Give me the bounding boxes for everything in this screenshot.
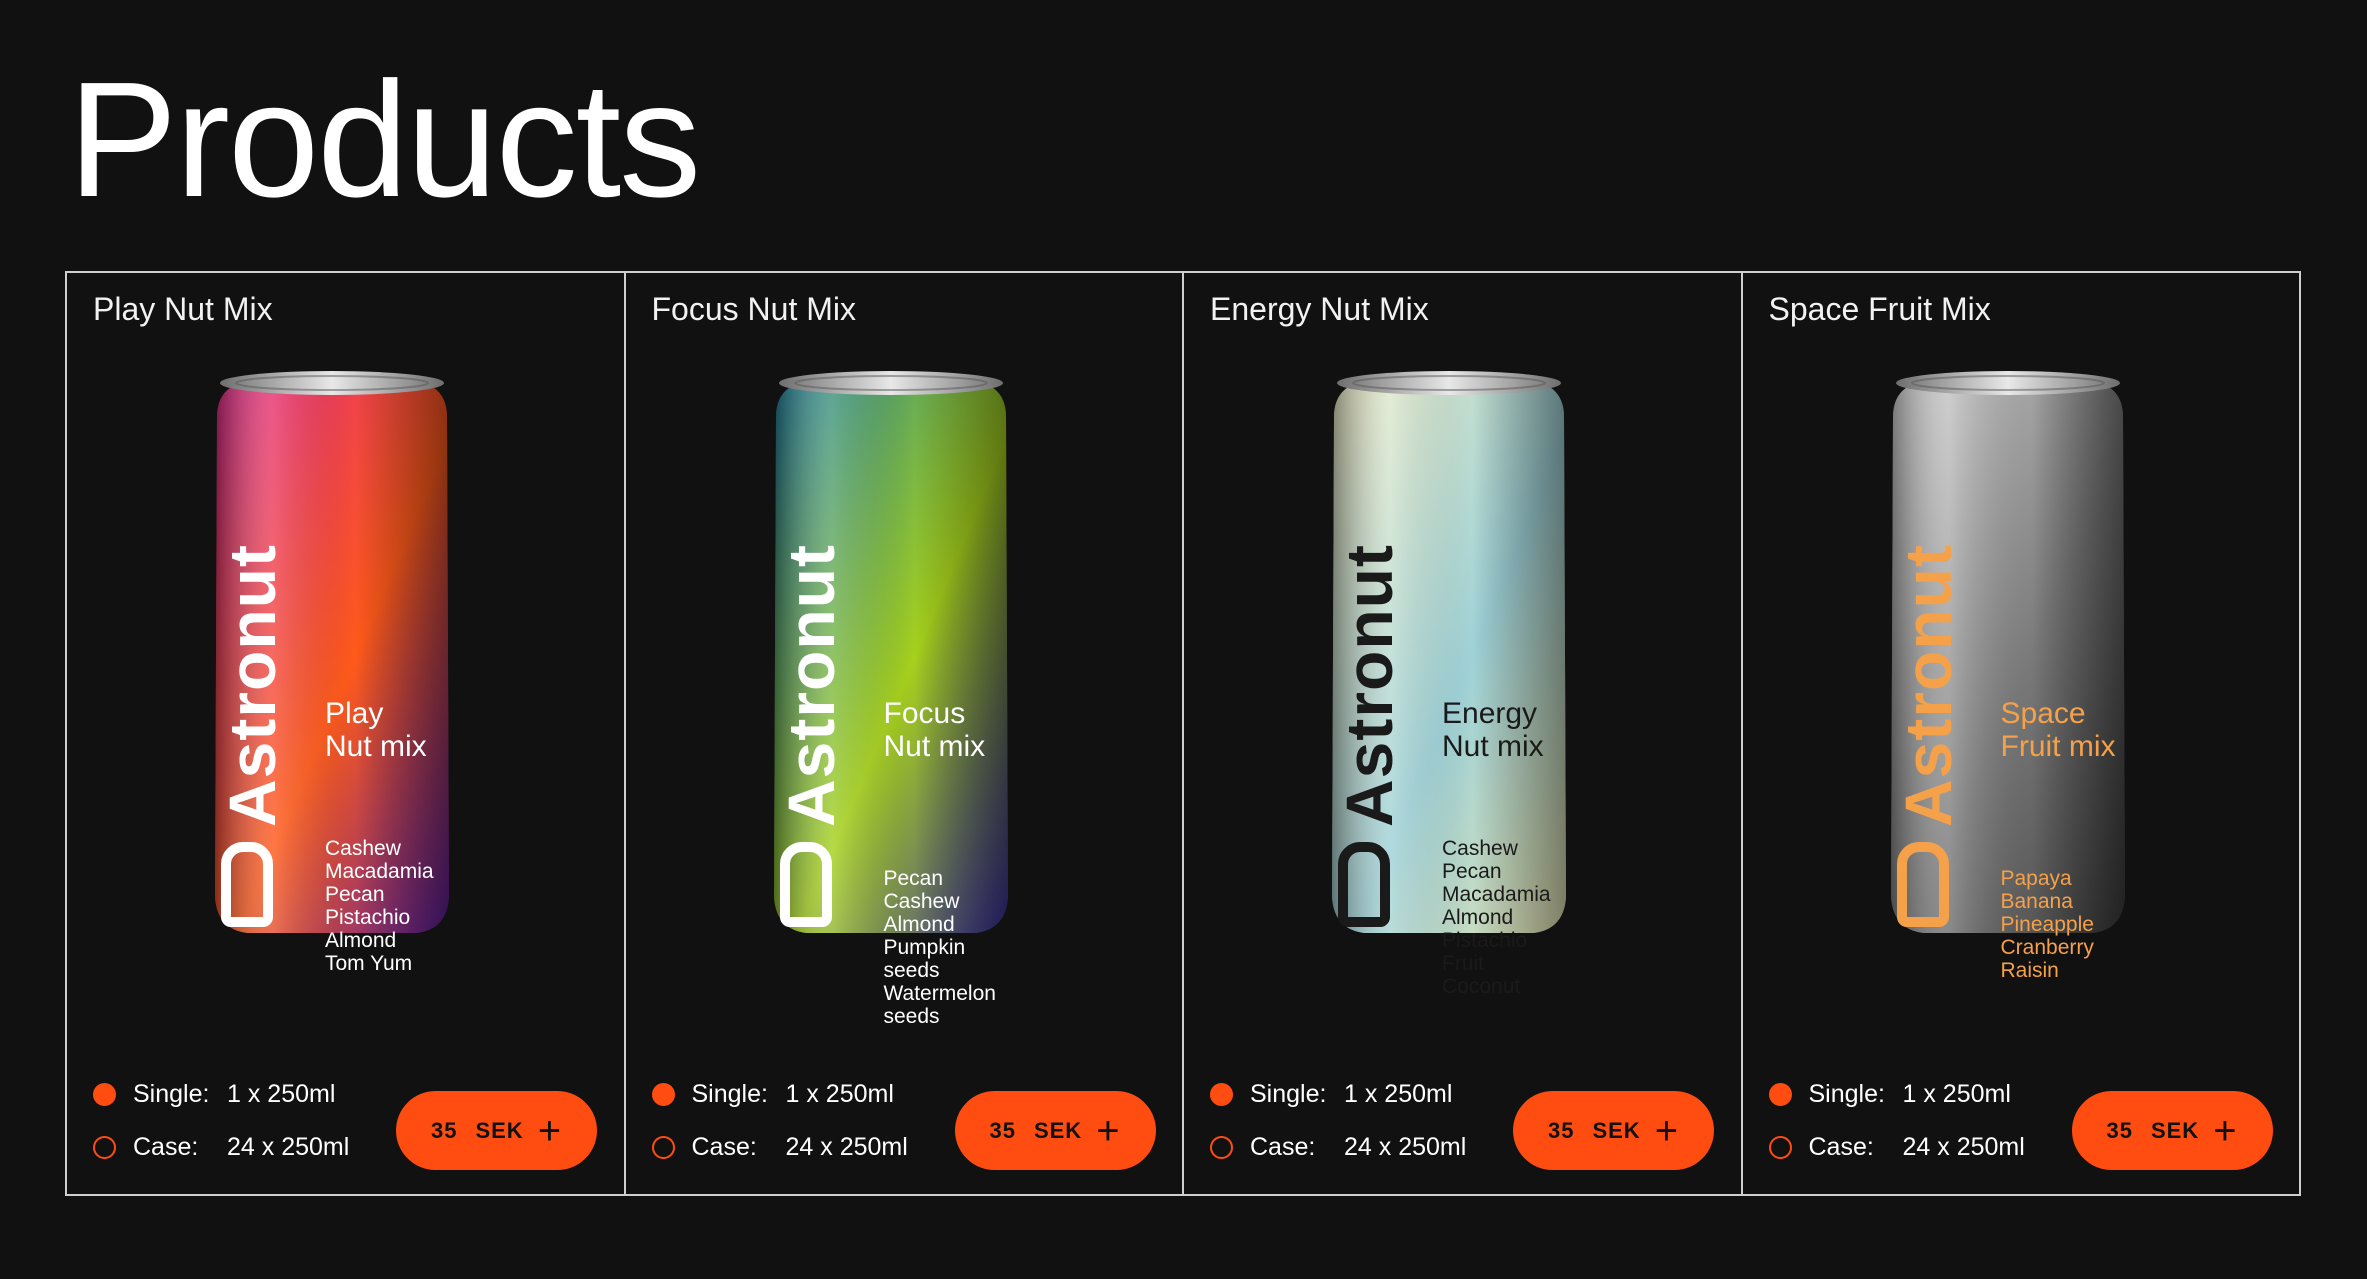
add-to-cart-button[interactable]: 35 SEK + [2071, 1091, 2273, 1170]
option-case[interactable]: Case: 24 x 250ml [651, 1132, 908, 1161]
product-name[interactable]: Energy Nut Mix [1210, 291, 1429, 328]
option-single-label: Single: [1808, 1079, 1885, 1108]
option-single[interactable]: Single: 1 x 250ml [1768, 1079, 2025, 1108]
radio-single[interactable] [651, 1082, 675, 1106]
pack-size-options: Single: 1 x 250ml Case: 24 x 250ml [1768, 1079, 2025, 1187]
product-name[interactable]: Play Nut Mix [93, 291, 273, 328]
option-single[interactable]: Single: 1 x 250ml [1210, 1079, 1466, 1108]
product-card[interactable]: Focus Nut Mix Astronut Focus Nut mix Pec… [626, 273, 1184, 1194]
product-card[interactable]: Play Nut Mix Astronut Play Nut mix Cashe… [67, 273, 626, 1194]
option-single-label: Single: [133, 1079, 210, 1108]
page-title: Products [68, 48, 701, 231]
price-currency: SEK [1592, 1117, 1641, 1143]
product-can-image[interactable]: Astronut Play Nut mix Cashew Macadamia P… [197, 367, 467, 975]
price-amount: 35 [989, 1117, 1016, 1143]
can-illustration [773, 371, 1008, 933]
add-to-cart-button[interactable]: 35 SEK + [954, 1091, 1156, 1170]
product-grid: Play Nut Mix Astronut Play Nut mix Cashe… [65, 271, 2301, 1196]
radio-single[interactable] [93, 1082, 116, 1106]
product-card[interactable]: Energy Nut Mix Astronut Energy Nut mix C… [1184, 273, 1743, 1194]
price-currency: SEK [2150, 1117, 2200, 1143]
option-single-label: Single: [1250, 1079, 1327, 1108]
price-amount: 35 [1547, 1117, 1575, 1143]
option-case-value: 24 x 250ml [227, 1132, 350, 1161]
can-illustration [1332, 371, 1566, 933]
radio-case[interactable] [1768, 1135, 1792, 1159]
option-case[interactable]: Case: 24 x 250ml [1210, 1132, 1467, 1161]
option-case-value: 24 x 250ml [785, 1132, 908, 1161]
add-to-cart-button[interactable]: 35 SEK + [396, 1091, 597, 1170]
option-case[interactable]: Case: 24 x 250ml [1768, 1132, 2025, 1161]
option-single-label: Single: [691, 1079, 768, 1108]
option-case-value: 24 x 250ml [1344, 1132, 1467, 1161]
radio-single[interactable] [1210, 1082, 1233, 1106]
plus-icon: + [1654, 1108, 1680, 1153]
plus-icon: + [1096, 1108, 1121, 1153]
pack-size-options: Single: 1 x 250ml Case: 24 x 250ml [651, 1079, 908, 1187]
price-currency: SEK [475, 1117, 524, 1143]
radio-case[interactable] [93, 1135, 116, 1159]
option-case-label: Case: [691, 1132, 757, 1161]
option-single-value: 1 x 250ml [1344, 1079, 1453, 1108]
plus-icon: + [2213, 1108, 2238, 1153]
option-case-label: Case: [1808, 1132, 1874, 1161]
option-single[interactable]: Single: 1 x 250ml [651, 1079, 908, 1108]
option-single[interactable]: Single: 1 x 250ml [93, 1079, 349, 1108]
option-case-value: 24 x 250ml [1902, 1132, 2025, 1161]
option-case-label: Case: [1250, 1132, 1316, 1161]
option-case[interactable]: Case: 24 x 250ml [93, 1132, 350, 1161]
product-name[interactable]: Focus Nut Mix [652, 291, 856, 328]
plus-icon: + [537, 1108, 563, 1153]
pack-size-options: Single: 1 x 250ml Case: 24 x 250ml [1210, 1079, 1467, 1187]
add-to-cart-button[interactable]: 35 SEK + [1513, 1091, 1714, 1170]
product-can-image[interactable]: Astronut Space Fruit mix Papaya Banana P… [1873, 367, 2143, 982]
can-illustration [215, 371, 449, 933]
radio-single[interactable] [1768, 1082, 1792, 1106]
radio-case[interactable] [1210, 1135, 1233, 1159]
product-can-image[interactable]: Astronut Energy Nut mix Cashew Pecan Mac… [1314, 367, 1584, 998]
product-name[interactable]: Space Fruit Mix [1769, 291, 1991, 328]
option-case-label: Case: [133, 1132, 199, 1161]
option-single-value: 1 x 250ml [1902, 1079, 2011, 1108]
price-amount: 35 [430, 1117, 458, 1143]
can-illustration [1890, 371, 2125, 933]
product-card[interactable]: Space Fruit Mix Astronut Space Fruit mix… [1743, 273, 2300, 1194]
radio-case[interactable] [651, 1135, 675, 1159]
pack-size-options: Single: 1 x 250ml Case: 24 x 250ml [93, 1079, 350, 1187]
price-currency: SEK [1033, 1117, 1083, 1143]
price-amount: 35 [2106, 1117, 2133, 1143]
option-single-value: 1 x 250ml [227, 1079, 336, 1108]
product-can-image[interactable]: Astronut Focus Nut mix Pecan Cashew Almo… [756, 367, 1026, 1028]
option-single-value: 1 x 250ml [785, 1079, 894, 1108]
